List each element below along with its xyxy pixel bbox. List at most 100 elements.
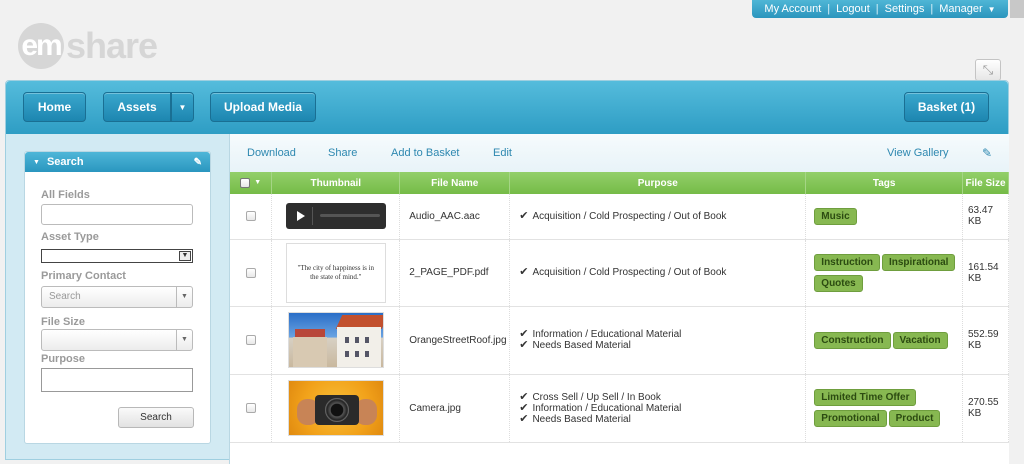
settings-link[interactable]: Settings: [885, 3, 925, 15]
purpose-item: Acquisition / Cold Prospecting / Out of …: [532, 267, 727, 278]
photo-shape: [344, 337, 349, 343]
chevron-down-icon[interactable]: ▼: [254, 179, 261, 186]
tags-header[interactable]: Tags: [805, 172, 963, 194]
table-row[interactable]: "The city of happiness is in the state o…: [230, 239, 1009, 307]
tag-badge[interactable]: Music: [814, 207, 857, 225]
file-name-header[interactable]: File Name: [399, 172, 511, 194]
assets-split-button: Assets ▼: [103, 92, 194, 122]
pdf-thumbnail[interactable]: "The city of happiness is in the state o…: [285, 242, 386, 303]
chevron-down-icon[interactable]: ▼: [176, 330, 192, 350]
search-panel-header[interactable]: ▼ Search ✎: [25, 152, 210, 172]
file-size-combo[interactable]: ▼: [41, 329, 193, 351]
row-checkbox[interactable]: [245, 211, 256, 222]
row-checkbox[interactable]: [245, 403, 256, 413]
file-name-cell[interactable]: Audio_AAC.aac: [399, 194, 511, 240]
file-size-unit: KB: [968, 216, 982, 228]
purpose-cell: ✔ Information / Educational Material ✔ Nee…: [509, 306, 807, 375]
checkmark-icon: ✔: [519, 209, 529, 222]
logout-link[interactable]: Logout: [836, 3, 870, 15]
main-frame: Home Assets ▼ Upload Media Basket (1) ▼ …: [5, 80, 1009, 464]
edit-link[interactable]: Edit: [493, 147, 512, 159]
purpose-input[interactable]: [41, 368, 193, 392]
upload-media-button[interactable]: Upload Media: [210, 92, 316, 122]
select-all-header[interactable]: ▼: [230, 172, 273, 194]
purpose-item: Needs Based Material: [532, 413, 631, 425]
logo-wordmark: share: [66, 25, 158, 66]
file-size-unit: KB: [968, 272, 982, 284]
file-name-cell[interactable]: 2_PAGE_PDF.pdf: [399, 239, 511, 307]
photo-shape: [292, 337, 327, 367]
file-name-cell[interactable]: OrangeStreetRoof.jpg: [399, 306, 511, 375]
street-photo-thumbnail[interactable]: [287, 312, 384, 368]
audio-progress-bar[interactable]: [319, 214, 380, 218]
tag-badge[interactable]: Product: [888, 410, 941, 427]
scrollbar-edge: [1010, 0, 1024, 18]
purpose-item: Information / Educational Material: [532, 402, 682, 414]
checkmark-icon: ✔: [519, 401, 529, 414]
emshare-logo: em share: [18, 22, 158, 70]
search-panel: ▼ Search ✎ All Fields Asset Type ▼ Prima…: [24, 151, 211, 444]
file-size-header[interactable]: File Size: [962, 172, 1009, 194]
primary-contact-combo[interactable]: Search ▼: [41, 286, 193, 308]
file-size-cell: 63.47 KB: [962, 194, 1009, 240]
all-fields-input[interactable]: [41, 204, 193, 225]
logo-em-mark: em: [18, 23, 64, 69]
file-name-cell[interactable]: Camera.jpg: [399, 374, 511, 443]
view-gallery-link[interactable]: View Gallery: [887, 147, 949, 159]
my-account-link[interactable]: My Account: [764, 3, 821, 15]
edit-icon[interactable]: ✎: [194, 157, 202, 168]
search-button[interactable]: Search: [118, 407, 194, 428]
table-row[interactable]: OrangeStreetRoof.jpg ✔ Information / Educ…: [230, 306, 1009, 375]
account-bar: My Account | Logout | Settings | Manager…: [752, 0, 1008, 18]
purpose-item: Cross Sell / Up Sell / In Book: [532, 391, 661, 403]
collapse-triangle-icon[interactable]: ▼: [33, 159, 40, 166]
file-size-value: 552.59: [968, 329, 999, 340]
file-size-cell: 552.59 KB: [962, 306, 1009, 375]
camera-photo-thumbnail[interactable]: [287, 380, 384, 436]
table-row[interactable]: Camera.jpg ✔ Cross Sell / Up Sell / In Bo…: [230, 374, 1009, 443]
select-all-checkbox[interactable]: [240, 177, 251, 188]
table-row[interactable]: Audio_AAC.aac ✔ Acquisition / Cold Prospe…: [230, 194, 1009, 240]
row-checkbox[interactable]: [245, 267, 256, 278]
tag-badge[interactable]: Instruction: [814, 253, 880, 271]
basket-button[interactable]: Basket (1): [904, 92, 989, 122]
primary-contact-label: Primary Contact: [41, 270, 126, 282]
tag-badge[interactable]: Vacation: [892, 331, 948, 349]
asset-list-area: Download Share Add to Basket Edit View G…: [229, 134, 1009, 464]
checkmark-icon: ✔: [519, 412, 529, 425]
add-to-basket-link[interactable]: Add to Basket: [391, 147, 460, 159]
chevron-down-icon[interactable]: ▼: [171, 92, 194, 122]
file-size-value: 270.55: [968, 397, 999, 408]
manager-menu[interactable]: Manager: [939, 3, 982, 15]
play-icon[interactable]: [296, 211, 305, 222]
file-size-unit: KB: [968, 340, 982, 351]
file-size-cell: 270.55 KB: [962, 374, 1009, 443]
tag-badge[interactable]: Promotional: [814, 410, 887, 427]
purpose-header[interactable]: Purpose: [509, 172, 807, 194]
share-link[interactable]: Share: [328, 147, 357, 159]
primary-contact-placeholder: Search: [49, 291, 81, 302]
purpose-cell: ✔ Acquisition / Cold Prospecting / Out of…: [509, 239, 807, 307]
collapse-icon[interactable]: ⤡: [975, 59, 1001, 81]
download-link[interactable]: Download: [247, 147, 296, 159]
edit-icon[interactable]: ✎: [982, 146, 992, 160]
chevron-down-icon[interactable]: ▼: [988, 5, 996, 14]
tag-badge[interactable]: Limited Time Offer: [814, 389, 917, 406]
photo-shape: [324, 398, 349, 422]
table-header-row: ▼ Thumbnail File Name Purpose Tags File …: [230, 172, 1009, 194]
player-divider: [311, 207, 313, 226]
assets-button[interactable]: Assets: [103, 92, 171, 122]
purpose-item: Needs Based Material: [532, 340, 631, 351]
tag-badge[interactable]: Quotes: [814, 274, 863, 292]
photo-shape: [364, 351, 369, 357]
thumbnail-header[interactable]: Thumbnail: [271, 172, 401, 194]
row-checkbox[interactable]: [245, 335, 256, 345]
tag-badge[interactable]: Inspirational: [881, 253, 956, 271]
home-button[interactable]: Home: [23, 92, 86, 122]
purpose-cell: ✔ Acquisition / Cold Prospecting / Out of…: [509, 194, 807, 240]
tag-badge[interactable]: Construction: [814, 331, 891, 349]
chevron-down-icon[interactable]: ▼: [176, 287, 192, 307]
chevron-down-icon[interactable]: ▼: [179, 251, 191, 261]
audio-player-thumbnail[interactable]: [285, 203, 386, 230]
asset-type-select[interactable]: ▼: [41, 249, 193, 263]
